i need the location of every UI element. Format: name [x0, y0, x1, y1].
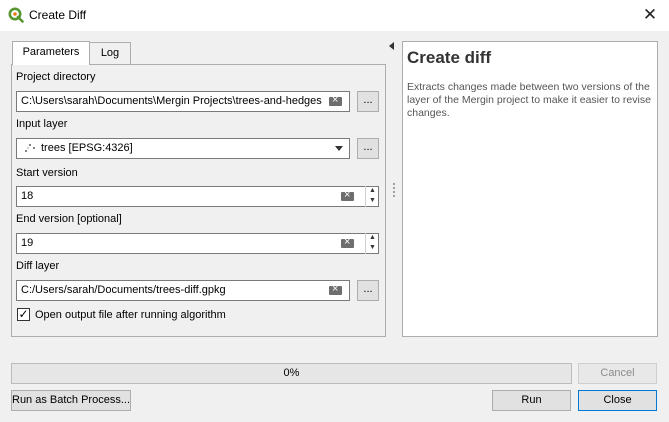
- clear-icon[interactable]: [341, 187, 354, 204]
- close-button[interactable]: Close: [578, 390, 657, 411]
- qgis-logo-icon: [8, 7, 24, 23]
- end-version-spinner[interactable]: ▲ ▼: [365, 233, 379, 254]
- input-layer-select[interactable]: trees [EPSG:4326]: [16, 138, 350, 159]
- point-layer-icon: [24, 143, 36, 153]
- diff-layer-browse-button[interactable]: ...: [357, 280, 379, 301]
- input-layer-label: Input layer: [16, 118, 68, 130]
- open-output-label: Open output file after running algorithm: [35, 309, 226, 321]
- close-window-icon[interactable]: ✕: [639, 4, 661, 26]
- end-version-value: 19: [21, 237, 34, 249]
- input-layer-value: trees [EPSG:4326]: [41, 142, 133, 154]
- progress-text: 0%: [283, 367, 300, 379]
- tab-parameters[interactable]: Parameters: [12, 41, 90, 65]
- title-bar: Create Diff ✕: [0, 0, 669, 31]
- help-title: Create diff: [407, 48, 492, 67]
- end-version-label: End version [optional]: [16, 213, 122, 225]
- spin-down-icon[interactable]: ▼: [366, 243, 379, 253]
- project-directory-label: Project directory: [16, 71, 96, 83]
- input-layer-browse-button[interactable]: ...: [357, 138, 379, 159]
- splitter-handle[interactable]: [393, 183, 395, 197]
- tab-log[interactable]: Log: [89, 42, 131, 64]
- start-version-value: 18: [21, 190, 34, 202]
- progress-bar: 0%: [11, 363, 572, 384]
- start-version-label: Start version: [16, 167, 78, 179]
- window-title: Create Diff: [29, 8, 87, 22]
- start-version-input[interactable]: 18: [16, 186, 379, 207]
- project-directory-value: C:\Users\sarah\Documents\Mergin Projects…: [21, 95, 322, 107]
- run-batch-button[interactable]: Run as Batch Process...: [11, 390, 131, 411]
- diff-layer-label: Diff layer: [16, 260, 60, 272]
- chevron-down-icon: [335, 146, 343, 151]
- spin-up-icon[interactable]: ▲: [366, 233, 379, 243]
- spin-down-icon[interactable]: ▼: [366, 196, 379, 206]
- help-description: Extracts changes made between two versio…: [407, 81, 651, 119]
- end-version-input[interactable]: 19: [16, 233, 379, 254]
- diff-layer-input[interactable]: C:/Users/sarah/Documents/trees-diff.gpkg: [16, 280, 350, 301]
- start-version-spinner[interactable]: ▲ ▼: [365, 186, 379, 207]
- diff-layer-value: C:/Users/sarah/Documents/trees-diff.gpkg: [21, 284, 226, 296]
- clear-icon[interactable]: [329, 281, 342, 298]
- project-directory-input[interactable]: C:\Users\sarah\Documents\Mergin Projects…: [16, 91, 350, 112]
- clear-icon[interactable]: [341, 234, 354, 251]
- clear-icon[interactable]: [329, 92, 342, 109]
- project-directory-browse-button[interactable]: ...: [357, 91, 379, 112]
- collapse-help-icon[interactable]: [389, 42, 394, 50]
- help-panel: Create diff Extracts changes made betwee…: [402, 41, 658, 337]
- spin-up-icon[interactable]: ▲: [366, 186, 379, 196]
- run-button[interactable]: Run: [492, 390, 571, 411]
- cancel-button[interactable]: Cancel: [578, 363, 657, 384]
- open-output-checkbox[interactable]: ✓: [17, 308, 30, 321]
